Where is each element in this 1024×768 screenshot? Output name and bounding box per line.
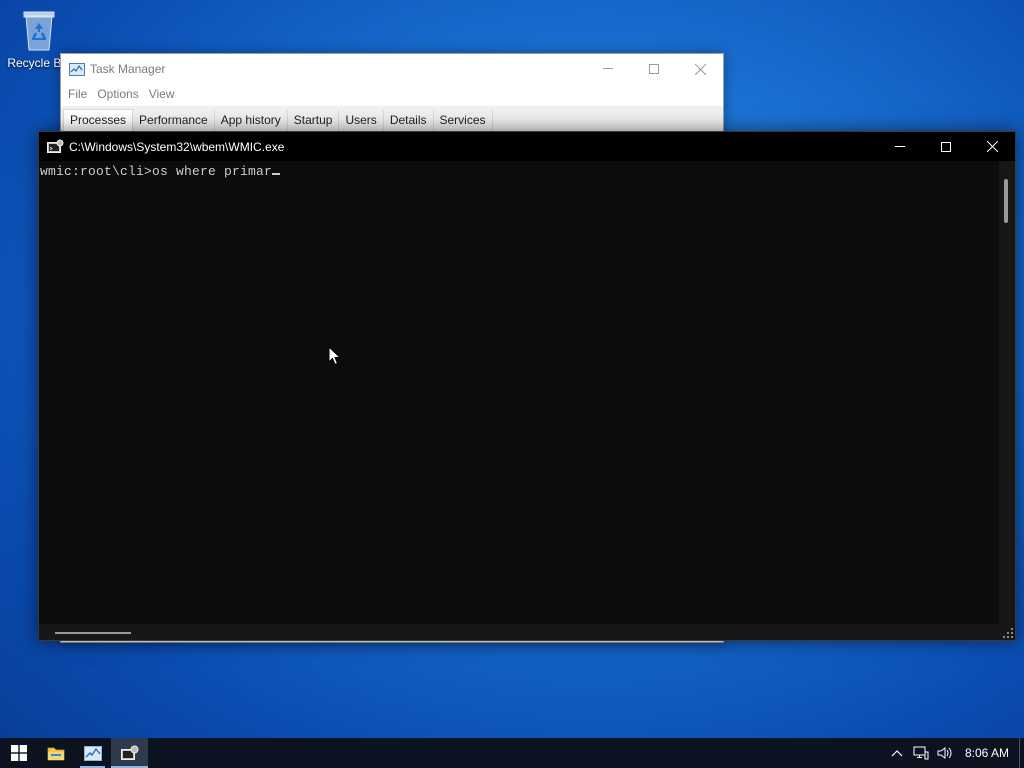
tab-performance[interactable]: Performance [133, 110, 215, 131]
mouse-pointer-icon [328, 345, 342, 366]
tab-details[interactable]: Details [383, 110, 434, 131]
show-desktop-button[interactable] [1019, 738, 1024, 768]
task-manager-icon [83, 745, 102, 761]
console-app-icon [47, 139, 64, 154]
maximize-button[interactable] [923, 132, 969, 161]
close-button[interactable] [677, 54, 723, 84]
tab-strip: Processes Performance App history Startu… [61, 106, 723, 132]
minimize-button[interactable] [585, 54, 631, 84]
console-icon [120, 745, 138, 760]
minimize-button[interactable] [877, 132, 923, 161]
command-input[interactable]: os where primar [152, 164, 272, 179]
start-button[interactable] [0, 738, 37, 768]
file-explorer-icon [47, 747, 64, 760]
taskbar-file-explorer[interactable] [37, 738, 74, 768]
vertical-scrollbar[interactable] [999, 161, 1015, 624]
menu-options[interactable]: Options [92, 87, 143, 101]
system-tray: 8:06 AM [885, 738, 1024, 768]
console-output-area[interactable]: wmic:root\cli>os where primar [39, 161, 999, 624]
close-button[interactable] [969, 132, 1015, 161]
menu-file[interactable]: File [63, 87, 92, 101]
scrollbar-thumb[interactable] [1004, 179, 1008, 223]
resize-grip[interactable] [999, 624, 1015, 640]
volume-icon[interactable] [933, 738, 957, 768]
chevron-up-icon[interactable] [885, 738, 909, 768]
window-title: C:\Windows\System32\wbem\WMIC.exe [69, 139, 285, 154]
console-titlebar[interactable]: C:\Windows\System32\wbem\WMIC.exe [39, 132, 1015, 161]
maximize-button[interactable] [631, 54, 677, 84]
console-window[interactable]: C:\Windows\System32\wbem\WMIC.exe wmic:r… [38, 131, 1016, 641]
tab-services[interactable]: Services [433, 110, 493, 131]
taskbar: 8:06 AM [0, 738, 1024, 768]
taskbar-task-manager[interactable] [74, 738, 111, 768]
tab-app-history[interactable]: App history [214, 110, 288, 131]
task-manager-titlebar[interactable]: Task Manager [61, 54, 723, 84]
tab-processes[interactable]: Processes [63, 109, 134, 132]
tab-startup[interactable]: Startup [287, 110, 340, 131]
tab-users[interactable]: Users [339, 110, 384, 131]
command-prompt: wmic:root\cli> [40, 164, 153, 179]
menu-view[interactable]: View [144, 87, 180, 101]
task-manager-icon [69, 62, 85, 76]
recycle-bin-icon [19, 8, 59, 52]
scrollbar-thumb[interactable] [55, 632, 131, 634]
taskbar-console[interactable] [111, 738, 148, 768]
text-cursor [272, 173, 281, 175]
windows-start-icon [10, 745, 27, 761]
clock-time[interactable]: 8:06 AM [957, 746, 1019, 760]
horizontal-scrollbar[interactable] [39, 624, 999, 640]
window-title: Task Manager [90, 62, 166, 76]
command-line[interactable]: wmic:root\cli>os where primar [40, 164, 281, 179]
menu-bar: File Options View [61, 84, 723, 104]
network-icon[interactable] [909, 738, 933, 768]
